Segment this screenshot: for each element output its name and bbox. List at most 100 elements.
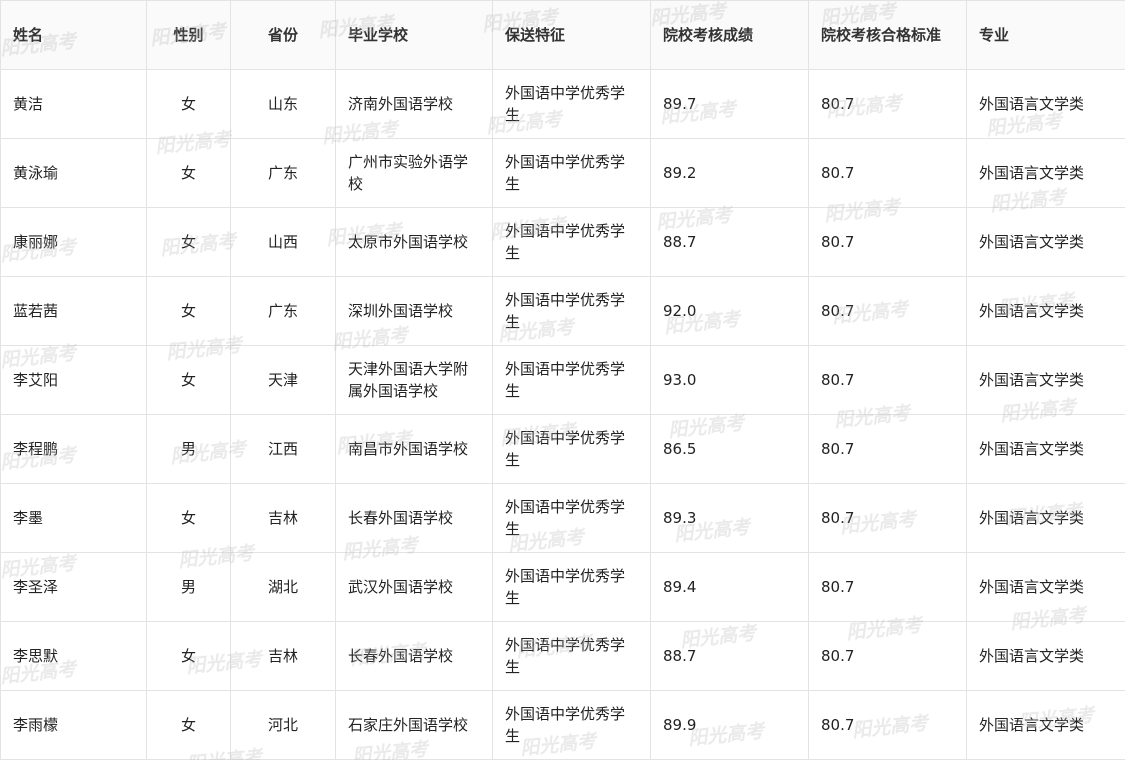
cell-school: 天津外国语大学附属外国语学校	[335, 345, 493, 415]
cell-gender: 男	[146, 414, 231, 484]
table-row: 李圣泽男湖北 武汉外国语学校 外国语中学优秀学生 89.4 80.7 外国语言文学类	[0, 552, 1125, 622]
cell-province: 江西	[230, 414, 336, 484]
cell-province: 山西	[230, 207, 336, 277]
cell-gender: 女	[146, 690, 231, 760]
cell-gender: 女	[146, 276, 231, 346]
header-province: 省份	[230, 0, 336, 70]
cell-score: 89.3	[650, 483, 809, 553]
cell-major: 外国语言文学类	[966, 69, 1125, 139]
cell-standard: 80.7	[808, 276, 967, 346]
cell-feature: 外国语中学优秀学生	[492, 345, 651, 415]
table-row: 李墨女吉林 长春外国语学校 外国语中学优秀学生 89.3 80.7 外国语言文学类	[0, 483, 1125, 553]
cell-school: 太原市外国语学校	[335, 207, 493, 277]
header-standard: 院校考核合格标准	[808, 0, 967, 70]
cell-gender: 男	[146, 552, 231, 622]
cell-standard: 80.7	[808, 138, 967, 208]
cell-name: 康丽娜	[0, 207, 147, 277]
cell-feature: 外国语中学优秀学生	[492, 414, 651, 484]
cell-province: 山东	[230, 69, 336, 139]
cell-gender: 女	[146, 69, 231, 139]
cell-province: 广东	[230, 276, 336, 346]
cell-feature: 外国语中学优秀学生	[492, 483, 651, 553]
cell-score: 89.2	[650, 138, 809, 208]
cell-score: 88.7	[650, 621, 809, 691]
table-row: 李程鹏男江西 南昌市外国语学校 外国语中学优秀学生 86.5 80.7 外国语言文学类	[0, 414, 1125, 484]
cell-name: 蓝若茜	[0, 276, 147, 346]
cell-feature: 外国语中学优秀学生	[492, 207, 651, 277]
cell-major: 外国语言文学类	[966, 621, 1125, 691]
cell-gender: 女	[146, 207, 231, 277]
cell-feature: 外国语中学优秀学生	[492, 621, 651, 691]
cell-score: 89.9	[650, 690, 809, 760]
cell-school: 南昌市外国语学校	[335, 414, 493, 484]
cell-standard: 80.7	[808, 483, 967, 553]
cell-score: 93.0	[650, 345, 809, 415]
admission-table: 姓名 性别 省份 毕业学校 保送特征 院校考核成绩 院校考核合格标准 专业 黄洁…	[0, 0, 1125, 760]
cell-major: 外国语言文学类	[966, 552, 1125, 622]
header-major: 专业	[966, 0, 1125, 70]
cell-name: 李圣泽	[0, 552, 147, 622]
cell-score: 92.0	[650, 276, 809, 346]
header-school: 毕业学校	[335, 0, 493, 70]
cell-major: 外国语言文学类	[966, 483, 1125, 553]
cell-feature: 外国语中学优秀学生	[492, 690, 651, 760]
cell-gender: 女	[146, 621, 231, 691]
cell-province: 天津	[230, 345, 336, 415]
cell-school: 深圳外国语学校	[335, 276, 493, 346]
table-row: 黄洁女山东 济南外国语学校 外国语中学优秀学生 89.7 80.7 外国语言文学类	[0, 69, 1125, 139]
cell-standard: 80.7	[808, 690, 967, 760]
cell-province: 吉林	[230, 621, 336, 691]
header-score: 院校考核成绩	[650, 0, 809, 70]
cell-gender: 女	[146, 345, 231, 415]
table-body: 黄洁女山东 济南外国语学校 外国语中学优秀学生 89.7 80.7 外国语言文学类 黄泳瑜女…	[0, 69, 1125, 760]
cell-major: 外国语言文学类	[966, 345, 1125, 415]
cell-province: 湖北	[230, 552, 336, 622]
cell-gender: 女	[146, 138, 231, 208]
table-header-row: 姓名 性别 省份 毕业学校 保送特征 院校考核成绩 院校考核合格标准 专业	[0, 0, 1125, 70]
cell-province: 河北	[230, 690, 336, 760]
table-row: 李思默女吉林 长春外国语学校 外国语中学优秀学生 88.7 80.7 外国语言文学类	[0, 621, 1125, 691]
cell-school: 济南外国语学校	[335, 69, 493, 139]
cell-school: 长春外国语学校	[335, 621, 493, 691]
cell-name: 李思默	[0, 621, 147, 691]
table-row: 蓝若茜女广东 深圳外国语学校 外国语中学优秀学生 92.0 80.7 外国语言文学类	[0, 276, 1125, 346]
cell-standard: 80.7	[808, 69, 967, 139]
cell-name: 黄泳瑜	[0, 138, 147, 208]
cell-feature: 外国语中学优秀学生	[492, 69, 651, 139]
cell-major: 外国语言文学类	[966, 207, 1125, 277]
header-feature: 保送特征	[492, 0, 651, 70]
cell-major: 外国语言文学类	[966, 138, 1125, 208]
cell-standard: 80.7	[808, 552, 967, 622]
cell-name: 李程鹏	[0, 414, 147, 484]
cell-standard: 80.7	[808, 207, 967, 277]
cell-standard: 80.7	[808, 621, 967, 691]
cell-major: 外国语言文学类	[966, 276, 1125, 346]
cell-feature: 外国语中学优秀学生	[492, 552, 651, 622]
admission-table-container: 姓名 性别 省份 毕业学校 保送特征 院校考核成绩 院校考核合格标准 专业 黄洁…	[0, 0, 1125, 760]
header-name: 姓名	[0, 0, 147, 70]
cell-province: 广东	[230, 138, 336, 208]
cell-feature: 外国语中学优秀学生	[492, 138, 651, 208]
cell-school: 石家庄外国语学校	[335, 690, 493, 760]
cell-score: 89.4	[650, 552, 809, 622]
cell-score: 86.5	[650, 414, 809, 484]
cell-school: 广州市实验外语学校	[335, 138, 493, 208]
cell-school: 长春外国语学校	[335, 483, 493, 553]
cell-standard: 80.7	[808, 414, 967, 484]
cell-province: 吉林	[230, 483, 336, 553]
header-gender: 性别	[146, 0, 231, 70]
cell-major: 外国语言文学类	[966, 690, 1125, 760]
cell-name: 李墨	[0, 483, 147, 553]
table-row: 李雨檬女河北 石家庄外国语学校 外国语中学优秀学生 89.9 80.7 外国语言文学类	[0, 690, 1125, 760]
cell-name: 李雨檬	[0, 690, 147, 760]
cell-score: 89.7	[650, 69, 809, 139]
cell-standard: 80.7	[808, 345, 967, 415]
cell-name: 李艾阳	[0, 345, 147, 415]
table-row: 康丽娜女山西 太原市外国语学校 外国语中学优秀学生 88.7 80.7 外国语言文学类	[0, 207, 1125, 277]
table-row: 李艾阳女天津 天津外国语大学附属外国语学校 外国语中学优秀学生 93.0 80.7 外国语…	[0, 345, 1125, 415]
cell-name: 黄洁	[0, 69, 147, 139]
table-row: 黄泳瑜女广东 广州市实验外语学校 外国语中学优秀学生 89.2 80.7 外国语言文学类	[0, 138, 1125, 208]
cell-major: 外国语言文学类	[966, 414, 1125, 484]
cell-score: 88.7	[650, 207, 809, 277]
cell-school: 武汉外国语学校	[335, 552, 493, 622]
